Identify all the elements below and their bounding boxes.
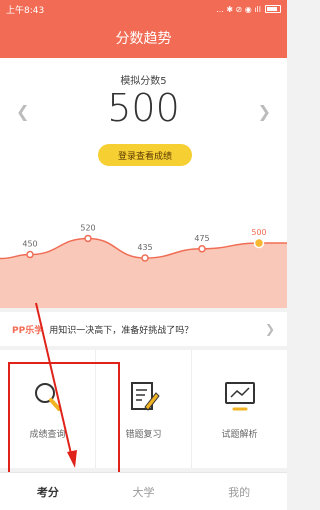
status-bar: 上午8:43 ... ✱ ⊘ ◉ ıll bbox=[0, 0, 287, 18]
bottom-tab-bar: 考分 大学 我的 bbox=[0, 472, 287, 510]
trend-point[interactable] bbox=[198, 245, 206, 253]
feature-question-analysis[interactable]: 试题解析 bbox=[192, 350, 287, 468]
trend-point-label: 435 bbox=[137, 243, 152, 252]
tab-score[interactable]: 考分 bbox=[0, 473, 96, 510]
chart-board-icon bbox=[224, 381, 255, 410]
page-title: 分数趋势 bbox=[115, 31, 172, 47]
chevron-right-icon[interactable]: ❯ bbox=[258, 102, 271, 121]
signal-icons: ... ✱ ⊘ ◉ ıll bbox=[216, 4, 261, 14]
pp-logo: PP乐学 bbox=[12, 325, 44, 336]
trend-point-label: 450 bbox=[22, 240, 37, 249]
trend-point[interactable] bbox=[141, 254, 149, 262]
promo-text: 用知识一决高下，准备好挑战了吗？ bbox=[49, 325, 194, 336]
trend-point[interactable] bbox=[26, 250, 34, 259]
trend-point[interactable] bbox=[84, 234, 92, 243]
status-time: 上午8:43 bbox=[6, 5, 45, 16]
score-card: 模拟分数5 500 ❮ ❯ 登录查看成绩 450 520 435 475 500 bbox=[0, 58, 287, 308]
edit-note-icon bbox=[130, 381, 160, 411]
feature-label: 试题解析 bbox=[221, 429, 258, 440]
battery-icon bbox=[265, 5, 281, 13]
status-icons: ... ✱ ⊘ ◉ ıll bbox=[216, 5, 281, 14]
annotation-highlight-box bbox=[8, 362, 120, 476]
tab-mine[interactable]: 我的 bbox=[191, 473, 287, 510]
score-value: 500 bbox=[107, 86, 180, 130]
tab-university[interactable]: 大学 bbox=[96, 473, 192, 510]
trend-point-label: 475 bbox=[194, 234, 209, 243]
trend-point-label: 500 bbox=[251, 228, 266, 237]
trend-point[interactable] bbox=[253, 237, 265, 249]
chevron-left-icon[interactable]: ❮ bbox=[16, 102, 29, 121]
feature-label: 错题复习 bbox=[125, 429, 162, 440]
login-view-score-button[interactable]: 登录查看成绩 bbox=[98, 144, 192, 166]
score-trend-chart: 450 520 435 475 500 bbox=[0, 223, 287, 308]
trend-point-label: 520 bbox=[80, 223, 95, 232]
chevron-right-icon: ❯ bbox=[264, 322, 275, 336]
promo-banner[interactable]: PP乐学 用知识一决高下，准备好挑战了吗？ ❯ bbox=[0, 312, 287, 346]
exam-label: 模拟分数5 bbox=[120, 76, 167, 87]
nav-bar: 分数趋势 bbox=[0, 18, 287, 58]
